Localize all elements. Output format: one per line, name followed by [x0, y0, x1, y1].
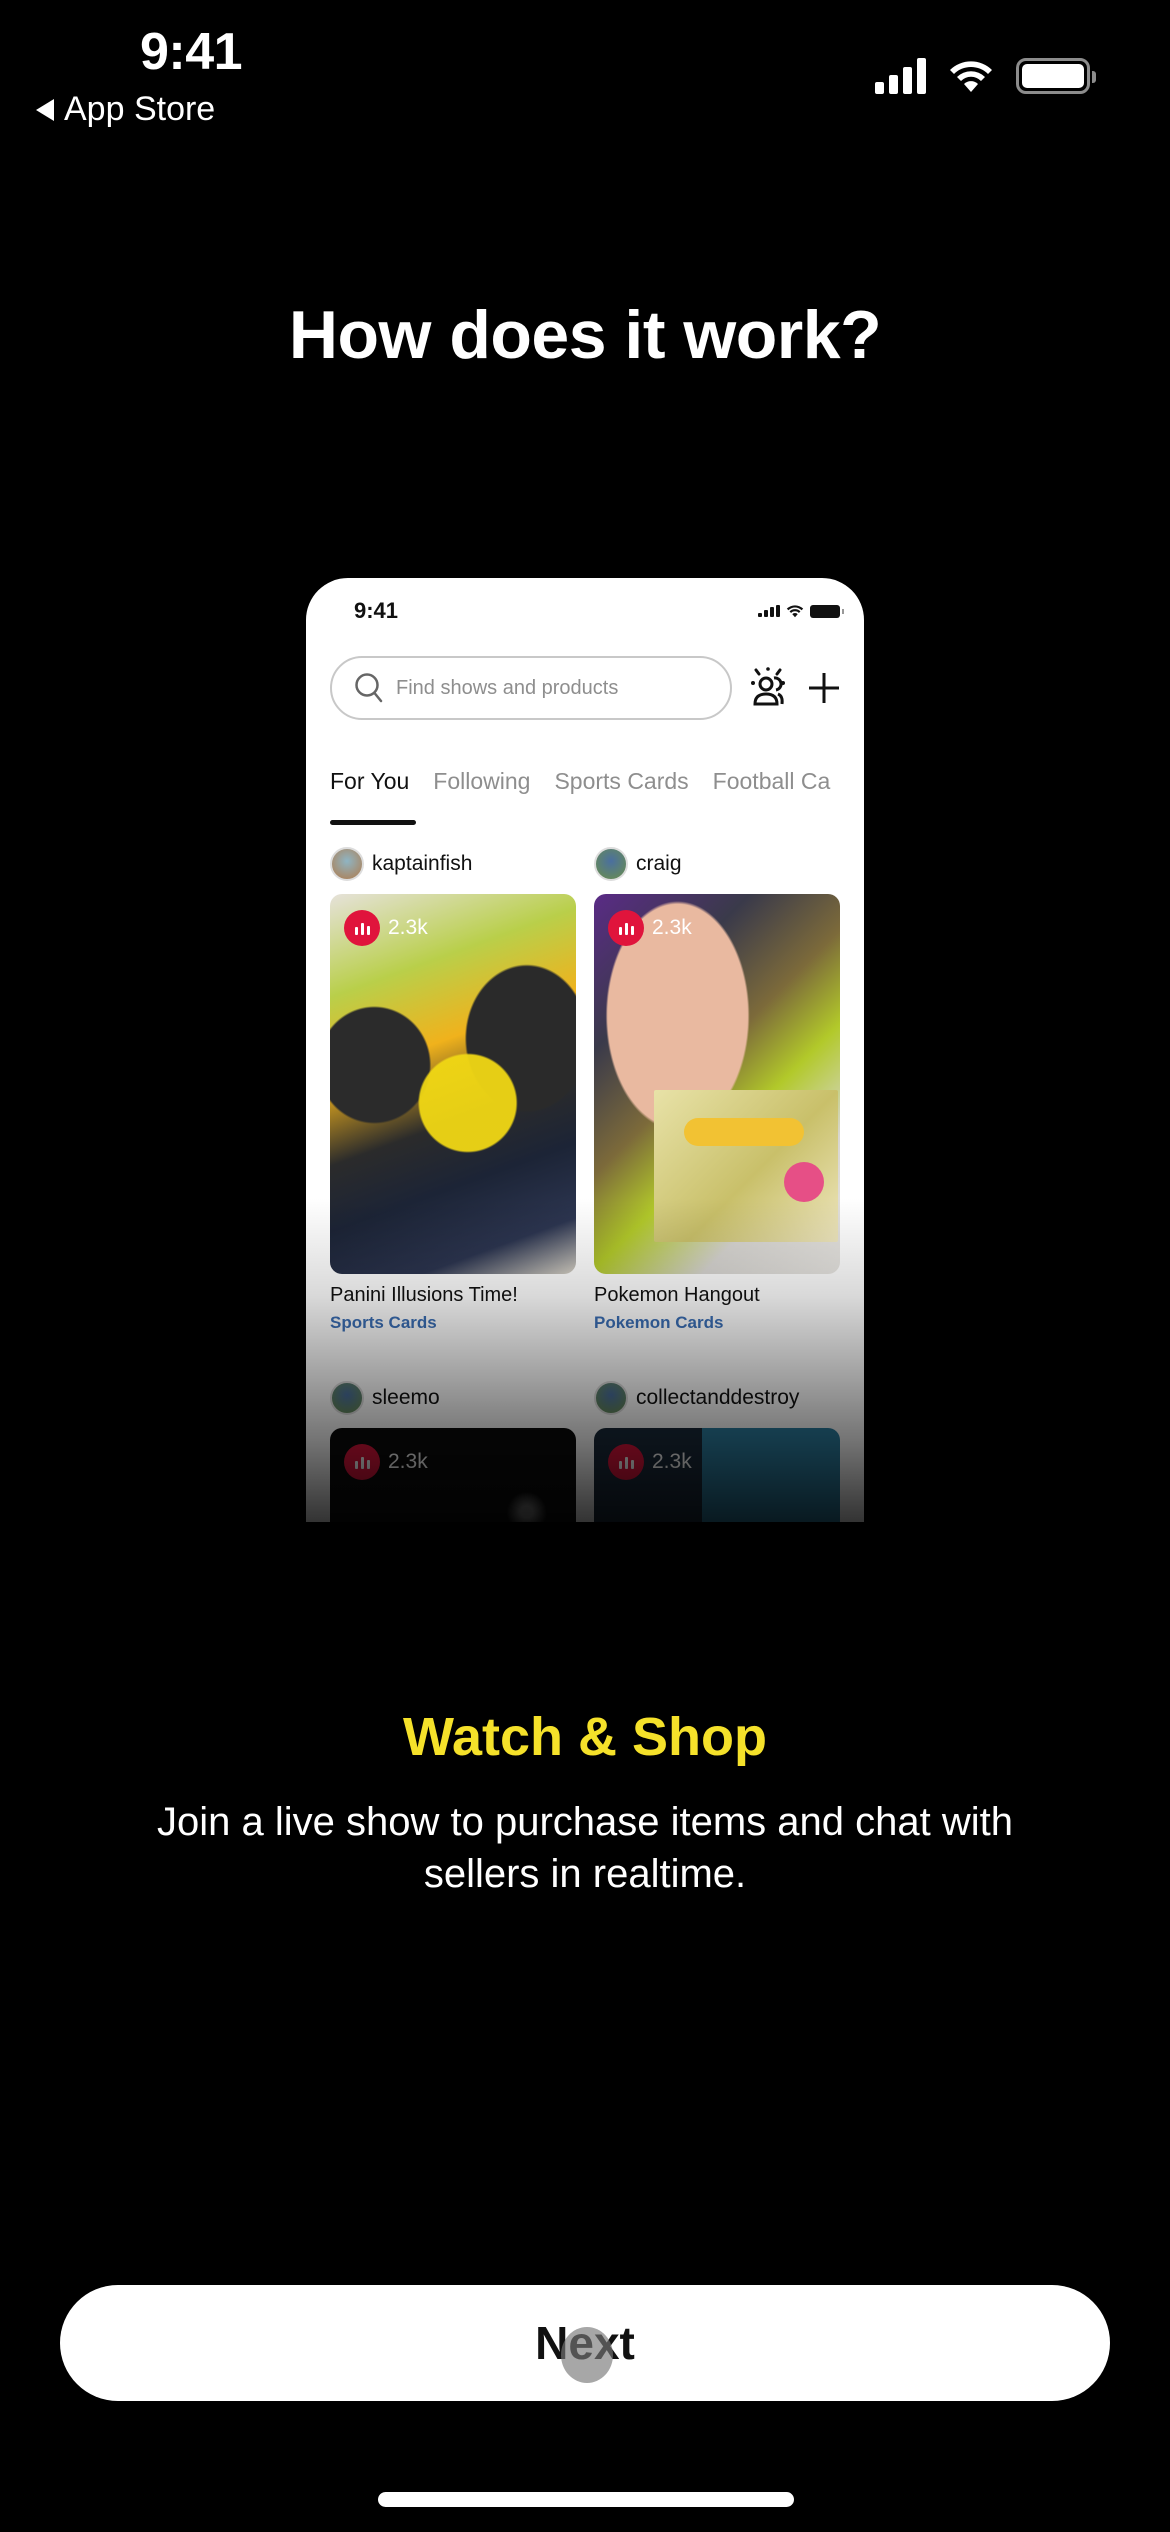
mockup-battery-icon — [810, 604, 844, 618]
status-time: 9:41 — [140, 23, 243, 81]
mockup-status-icons — [758, 604, 844, 618]
viewer-count: 2.3k — [388, 916, 428, 939]
card-user: sleemo — [330, 1380, 576, 1416]
viewer-count: 2.3k — [652, 1450, 692, 1473]
card-user: kaptainfish — [330, 846, 576, 882]
viewer-count: 2.3k — [388, 1450, 428, 1473]
avatar — [330, 847, 364, 881]
mockup-show-card: craig 2.3k Pokemon Hangout Pokemon Cards — [594, 846, 840, 1333]
avatar — [330, 1381, 364, 1415]
mockup-tab-following: Following — [433, 768, 531, 794]
card-title: Panini Illusions Time! — [330, 1284, 518, 1306]
card-thumbnail: 2.3k — [330, 894, 576, 1274]
home-indicator[interactable] — [378, 2492, 794, 2507]
mockup-search-bar: Find shows and products — [330, 656, 732, 720]
card-username: collectanddestroy — [636, 1386, 800, 1409]
wifi-icon — [950, 61, 992, 92]
card-category: Sports Cards — [330, 1313, 437, 1332]
card-thumbnail: 2.3k — [330, 1428, 576, 1522]
feature-title: Watch & Shop — [403, 1707, 767, 1767]
back-to-app-store[interactable]: App Store — [36, 90, 215, 129]
back-label: App Store — [64, 90, 216, 128]
mockup-tab-underline — [330, 820, 416, 825]
page-title: How does it work? — [288, 297, 882, 373]
plus-icon — [809, 673, 839, 703]
mockup-show-card: collectanddestroy 2.3k — [594, 1380, 840, 1522]
mockup-tab-for-you: For You — [330, 768, 410, 794]
live-badge: 2.3k — [344, 910, 428, 946]
battery-icon — [1016, 58, 1096, 94]
mockup-tab-sports-cards: Sports Cards — [554, 768, 689, 794]
mockup-show-card: kaptainfish 2.3k Panini Illusions Time! … — [330, 846, 576, 1333]
mockup-status-time: 9:41 — [354, 598, 399, 623]
mockup-tab-football-cards: Football Ca — [712, 768, 831, 794]
people-icon — [751, 667, 785, 706]
card-user: craig — [594, 846, 840, 882]
card-username: kaptainfish — [372, 852, 473, 875]
card-username: craig — [636, 852, 682, 875]
live-bars-icon — [608, 1444, 644, 1480]
back-triangle-icon — [36, 98, 54, 121]
live-bars-icon — [344, 1444, 380, 1480]
search-placeholder: Find shows and products — [396, 676, 619, 699]
live-badge: 2.3k — [608, 1444, 692, 1480]
touch-indicator — [561, 2327, 613, 2383]
mockup-wifi-icon — [786, 605, 804, 618]
card-category: Pokemon Cards — [594, 1313, 724, 1332]
app-preview-mockup: 9:41 Find shows and products For You Fol… — [306, 578, 864, 1522]
card-title: Pokemon Hangout — [594, 1284, 760, 1306]
search-icon — [355, 673, 383, 703]
live-bars-icon — [344, 910, 380, 946]
card-thumbnail: 2.3k — [594, 1428, 840, 1522]
feature-description: Join a live show to purchase items and c… — [157, 1800, 1013, 1896]
mockup-show-card: sleemo 2.3k — [330, 1380, 576, 1522]
card-user: collectanddestroy — [594, 1380, 840, 1416]
card-thumbnail: 2.3k — [594, 894, 840, 1274]
live-badge: 2.3k — [608, 910, 692, 946]
avatar — [594, 1381, 628, 1415]
status-icons — [875, 58, 1096, 94]
live-badge: 2.3k — [344, 1444, 428, 1480]
viewer-count: 2.3k — [652, 916, 692, 939]
avatar — [594, 847, 628, 881]
card-username: sleemo — [372, 1386, 440, 1409]
mockup-tabs: For You Following Sports Cards Football … — [330, 768, 830, 795]
signal-icon — [875, 58, 926, 94]
live-bars-icon — [608, 910, 644, 946]
mockup-signal-icon — [758, 605, 780, 617]
pokemon-box-image — [654, 1090, 838, 1242]
